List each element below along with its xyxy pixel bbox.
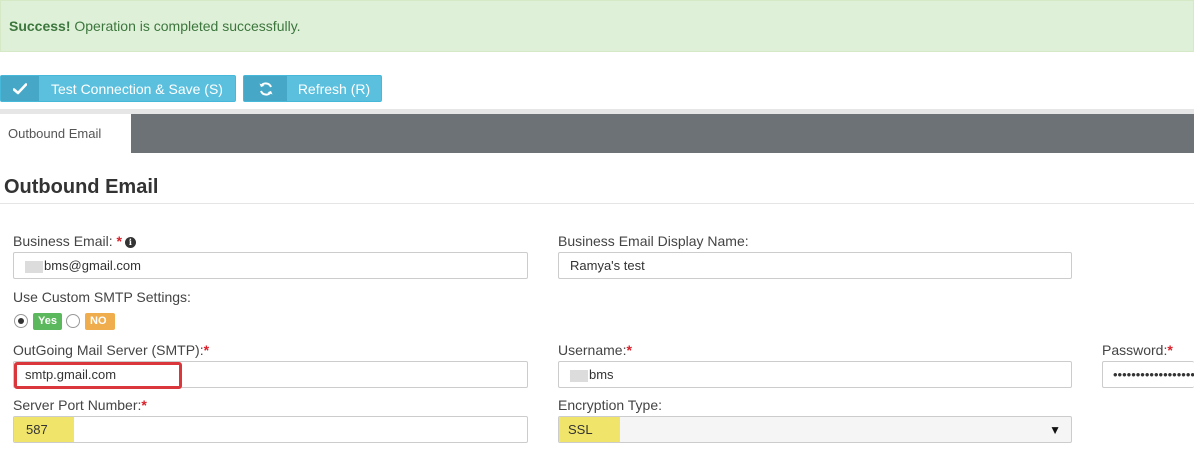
no-badge: NO	[85, 313, 115, 330]
port-value: 587	[14, 417, 74, 442]
yes-badge: Yes	[33, 313, 62, 330]
success-alert: Success! Operation is completed successf…	[0, 0, 1194, 52]
info-icon[interactable]: i	[124, 236, 136, 248]
port-field[interactable]: 587	[13, 416, 528, 443]
save-button-label: Test Connection & Save (S)	[51, 80, 223, 97]
required-marker: *	[141, 397, 147, 413]
check-icon	[1, 76, 39, 101]
encryption-value: SSL	[559, 417, 620, 442]
custom-smtp-no-radio[interactable]	[66, 314, 80, 328]
refresh-button-label: Refresh (R)	[297, 80, 371, 97]
required-marker: *	[203, 342, 210, 358]
refresh-button[interactable]: Refresh (R)	[243, 75, 382, 102]
redacted-mask	[570, 369, 588, 382]
required-marker: *	[116, 233, 122, 249]
tab-outbound-email[interactable]: Outbound Email	[0, 114, 131, 153]
username-label: Username:*	[558, 342, 632, 358]
section-divider	[0, 203, 1194, 204]
alert-message: Operation is completed successfully.	[70, 18, 301, 34]
redacted-mask	[25, 260, 43, 273]
alert-strong: Success!	[9, 18, 71, 34]
smtp-server-label: OutGoing Mail Server (SMTP):*	[13, 342, 210, 358]
business-email-field[interactable]: bms@gmail.com	[13, 252, 528, 279]
business-email-label: Business Email: * i	[13, 233, 136, 249]
encryption-select[interactable]: SSL ▼	[558, 416, 1072, 443]
section-title: Outbound Email	[4, 176, 159, 198]
custom-smtp-yes-radio[interactable]	[14, 314, 28, 328]
port-label: Server Port Number:*	[13, 397, 147, 413]
password-label: Password:*	[1102, 342, 1173, 358]
refresh-icon	[244, 76, 287, 101]
test-connection-save-button[interactable]: Test Connection & Save (S)	[0, 75, 236, 102]
display-name-label: Business Email Display Name:	[558, 233, 749, 249]
required-marker: *	[626, 342, 632, 358]
display-name-field[interactable]: Ramya's test	[558, 252, 1072, 279]
username-field[interactable]: bms	[558, 361, 1072, 388]
tab-bar	[131, 114, 1194, 153]
smtp-highlight-box	[14, 362, 182, 389]
password-field[interactable]: ••••••••••••••••••	[1102, 361, 1194, 388]
encryption-label: Encryption Type:	[558, 397, 663, 413]
dropdown-arrow-icon: ▼	[1049, 423, 1061, 437]
custom-smtp-label: Use Custom SMTP Settings:	[13, 289, 191, 305]
required-marker: *	[1167, 342, 1173, 358]
